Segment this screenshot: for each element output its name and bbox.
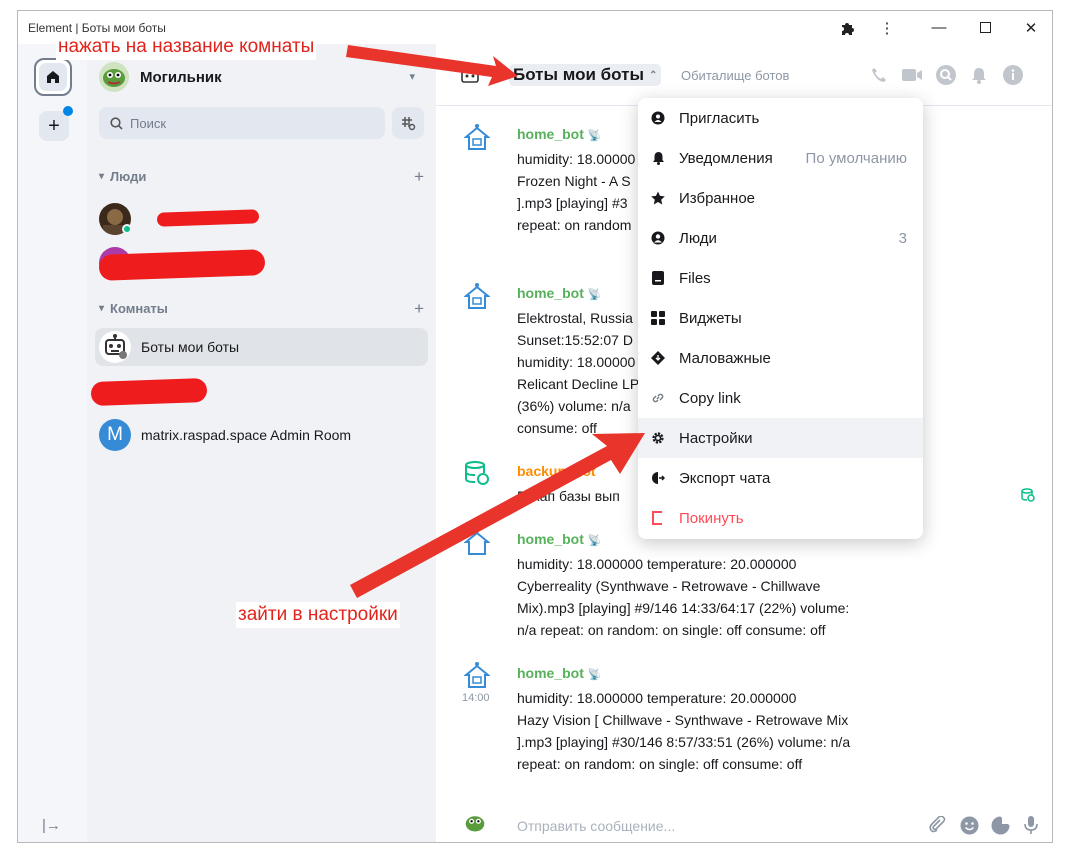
annotation-go-to-settings: зайти в настройки xyxy=(236,602,400,628)
arrow-to-room-name xyxy=(346,45,518,86)
annotation-click-room-name: нажать на название комнаты xyxy=(56,34,317,60)
arrow-to-settings xyxy=(350,433,645,598)
annotation-arrows xyxy=(346,45,645,598)
